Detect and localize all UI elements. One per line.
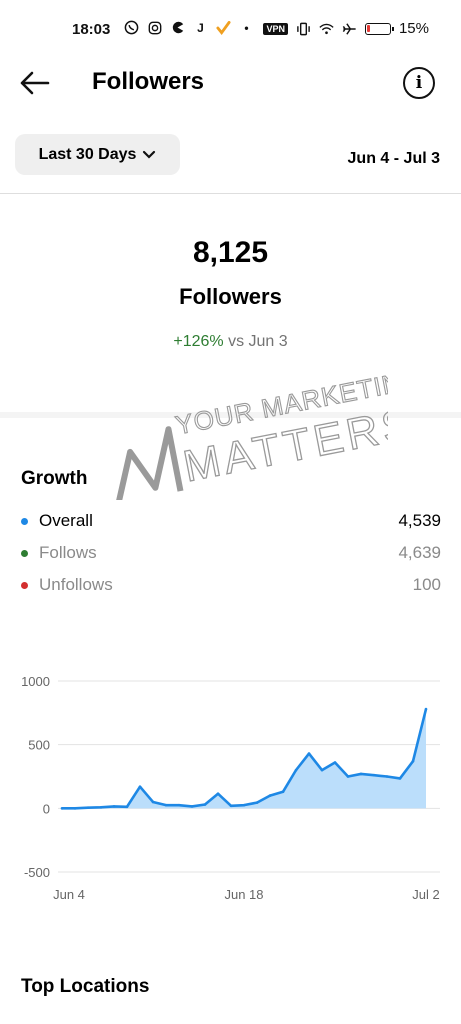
data-point [320, 768, 324, 772]
data-point [203, 803, 207, 806]
data-point [112, 805, 116, 808]
legend-value: 4,539 [398, 511, 441, 530]
data-point [60, 807, 64, 810]
unfollows-dot-icon [21, 581, 28, 589]
data-point [242, 803, 246, 807]
change-indicator: +126% vs Jun 3 [0, 333, 461, 351]
watermark-line1: YOUR MARKETING [173, 363, 388, 440]
data-point [411, 759, 415, 763]
change-comparison: vs Jun 3 [228, 333, 288, 350]
date-range-dropdown[interactable]: Last 30 Days [15, 134, 180, 175]
back-arrow-icon [20, 71, 50, 95]
legend-label: Overall [39, 511, 93, 530]
battery-percent: 15% [398, 20, 429, 37]
x-tick-label: Jun 4 [53, 887, 85, 902]
series-area [62, 709, 426, 809]
data-point [398, 777, 402, 780]
y-tick-label: 0 [43, 801, 50, 816]
top-locations-title: Top Locations [21, 976, 150, 997]
data-point [281, 790, 285, 794]
data-point [333, 761, 337, 764]
airplane-icon [342, 21, 357, 36]
data-point [294, 768, 298, 772]
y-tick-label: 500 [28, 738, 50, 753]
legend-label: Follows [39, 543, 97, 562]
info-button[interactable]: i [403, 67, 435, 99]
pacman-icon [170, 20, 185, 35]
data-point [385, 775, 389, 778]
battery-icon [364, 22, 394, 35]
data-point [307, 752, 311, 755]
data-point [255, 801, 259, 804]
vpn-badge: VPN [263, 22, 288, 35]
data-point [99, 806, 103, 809]
data-point [138, 785, 142, 788]
data-point [151, 800, 155, 804]
followers-label: Followers [179, 284, 282, 309]
data-point [372, 773, 376, 777]
back-button[interactable] [16, 68, 56, 100]
watermark-logo: YOUR MARKETING MATTERS [115, 363, 388, 500]
check-app-icon [216, 20, 231, 35]
legend-value: 4,639 [398, 543, 441, 562]
overall-dot-icon [21, 517, 28, 525]
data-point [164, 803, 168, 807]
legend-item-unfollows: Unfollows 100 [21, 573, 441, 597]
followers-count: 8,125 [192, 236, 269, 269]
y-tick-label: 1000 [21, 674, 50, 689]
status-bar: 18:03 J • VPN 15% [0, 0, 461, 62]
j-app-icon: J [197, 20, 204, 35]
status-time: 18:03 [72, 21, 111, 38]
info-icon: i [415, 73, 423, 93]
wifi-icon [319, 21, 334, 36]
legend-item-follows: Follows 4,639 [21, 541, 441, 565]
data-point [216, 792, 220, 795]
legend-label: Unfollows [39, 575, 113, 594]
page-title: Followers [92, 68, 205, 95]
growth-title: Growth [21, 468, 88, 489]
x-tick-label: Jun 18 [224, 887, 263, 902]
divider [0, 193, 461, 194]
data-point [190, 805, 194, 808]
date-range-text: Jun 4 - Jul 3 [347, 150, 440, 167]
vibrate-icon [296, 21, 311, 36]
dot-icon: • [244, 20, 249, 35]
whatsapp-icon [124, 20, 139, 35]
chevron-down-icon [143, 150, 156, 159]
data-point [229, 804, 233, 808]
growth-chart: 1000 500 0 -500Jun 4 Jun 18 Jul 2 [21, 674, 440, 902]
legend-value: 100 [412, 575, 441, 594]
battery-level [366, 24, 370, 32]
change-percent: +126% [173, 333, 224, 350]
notification-icons: J • [124, 20, 254, 35]
x-tick-label: Jul 2 [412, 887, 439, 902]
data-point [177, 803, 181, 807]
legend-item-overall: Overall 4,539 [21, 509, 441, 533]
data-point [268, 794, 272, 797]
data-point [125, 805, 129, 809]
system-icons: VPN 15% [263, 20, 429, 37]
date-range-dropdown-label: Last 30 Days [38, 145, 137, 163]
section-divider [0, 412, 461, 418]
data-point [73, 807, 77, 810]
y-tick-label: -500 [24, 865, 50, 880]
instagram-icon [147, 20, 162, 35]
follows-dot-icon [21, 549, 28, 557]
data-point [424, 707, 428, 711]
data-point [346, 775, 350, 778]
data-point [86, 806, 90, 809]
data-point [359, 772, 363, 776]
